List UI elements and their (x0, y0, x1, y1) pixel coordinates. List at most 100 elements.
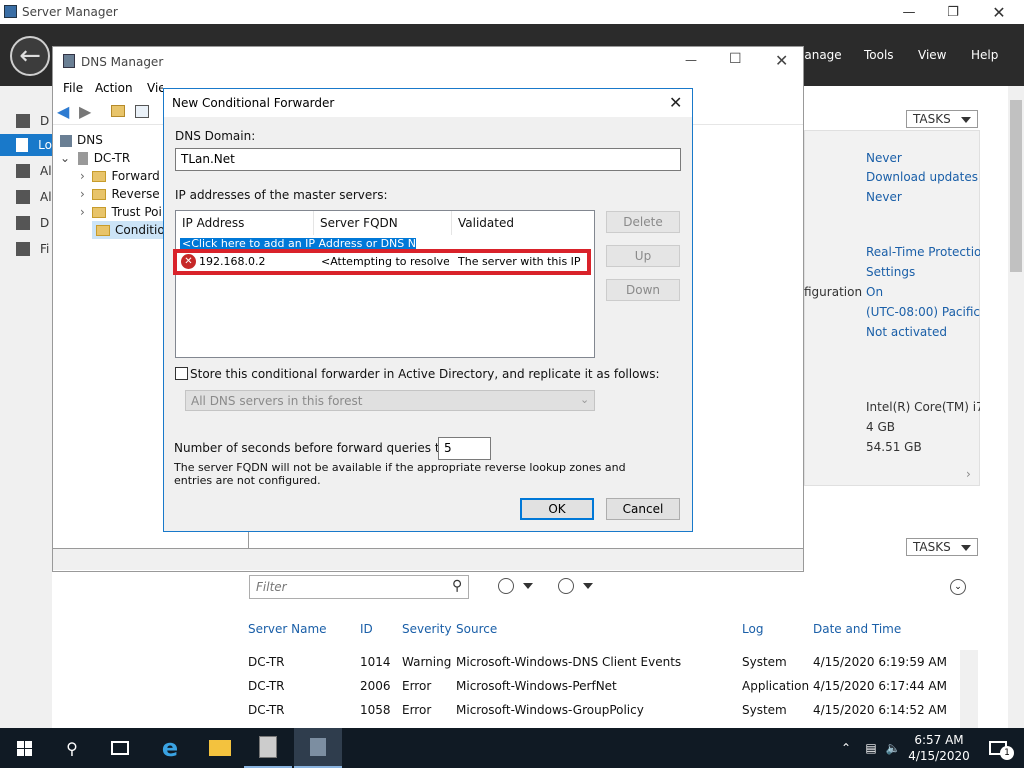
events-scrollbar[interactable] (960, 650, 978, 730)
sidebar-item-file-storage[interactable]: Fi (0, 238, 52, 260)
sidebar-item-dashboard[interactable]: D (0, 110, 52, 132)
server-manager-titlebar: Server Manager — ❐ ✕ (0, 0, 1024, 24)
down-button[interactable]: Down (606, 279, 680, 301)
property-value: 4 GB (866, 420, 895, 434)
notification-icon[interactable]: 1 (978, 728, 1018, 768)
cancel-button[interactable]: Cancel (606, 498, 680, 520)
table-row[interactable]: ✕ 192.168.0.2 <Attempting to resolve... … (178, 253, 586, 271)
minimize-button[interactable]: — (685, 53, 697, 67)
tree-item-reverse[interactable]: › Reverse L (80, 187, 163, 201)
search-icon[interactable]: ⚲ (452, 578, 462, 594)
folder-up-icon[interactable] (111, 105, 125, 117)
column-date-time[interactable]: Date and Time (813, 622, 901, 636)
sidebar-item-dns[interactable]: D (0, 212, 52, 234)
dns-manager-taskbar-icon[interactable] (294, 728, 342, 768)
forward-icon[interactable]: ▶ (79, 102, 91, 121)
tree-item-conditional[interactable]: Conditio (92, 221, 163, 239)
column-validated[interactable]: Validated (452, 211, 592, 235)
ok-button[interactable]: OK (520, 498, 594, 520)
search-icon[interactable]: ⚲ (48, 728, 96, 768)
chevron-up-icon[interactable]: ⌃ (838, 728, 854, 768)
events-filter-input[interactable]: Filter (249, 575, 469, 599)
maximize-button[interactable]: ☐ (729, 51, 742, 67)
property-value[interactable]: Settings (866, 265, 915, 279)
server-manager-taskbar-icon[interactable] (244, 728, 292, 768)
column-source[interactable]: Source (456, 622, 497, 636)
table-cell: Application (742, 679, 810, 693)
property-value[interactable]: Never (866, 151, 902, 165)
menu-view[interactable]: View (918, 48, 946, 62)
sidebar-item-local-server[interactable]: Lo (0, 134, 52, 156)
chevron-down-icon[interactable]: ⌄ (60, 151, 78, 165)
file-explorer-icon[interactable] (196, 728, 244, 768)
table-cell: DC-TR (248, 703, 285, 717)
property-value[interactable]: Download updates on (866, 170, 980, 184)
store-in-ad-checkbox[interactable] (175, 367, 188, 380)
timeout-field[interactable]: 5 (438, 437, 491, 460)
table-cell: 4/15/2020 6:19:59 AM (813, 655, 947, 669)
tasks-button-events[interactable]: TASKS (906, 538, 978, 556)
table-cell: System (742, 703, 787, 717)
property-value[interactable]: Real-Time Protection: (866, 245, 980, 259)
close-icon[interactable]: ✕ (669, 93, 682, 112)
menu-view[interactable]: View (147, 81, 163, 95)
up-button[interactable]: Up (606, 245, 680, 267)
property-value[interactable]: (UTC-08:00) Pacific Ti (866, 305, 980, 319)
network-icon[interactable]: ▤ (862, 728, 880, 768)
scrollbar-thumb[interactable] (1010, 100, 1022, 272)
tree-item-trust[interactable]: › Trust Poi (80, 205, 163, 219)
minimize-button[interactable]: — (886, 0, 932, 24)
config-label: figuration (804, 285, 863, 299)
back-arrow-icon[interactable]: ← (10, 36, 50, 76)
dns-icon (16, 216, 30, 230)
column-id[interactable]: ID (360, 622, 373, 636)
close-button[interactable]: ✕ (775, 51, 788, 70)
chevron-down-icon[interactable] (583, 583, 593, 589)
menu-tools[interactable]: Tools (864, 48, 894, 62)
tasks-button-properties[interactable]: TASKS (906, 110, 978, 128)
property-value[interactable]: Not activated (866, 325, 947, 339)
column-ip-address[interactable]: IP Address (176, 211, 314, 235)
servers-icon (16, 164, 30, 178)
list-options-icon[interactable] (498, 578, 514, 594)
show-hide-tree-icon[interactable] (135, 105, 149, 118)
server-icon (16, 138, 29, 152)
volume-icon[interactable]: 🔈 (884, 728, 902, 768)
property-value[interactable]: Never (866, 190, 902, 204)
maximize-button[interactable]: ❐ (930, 0, 976, 24)
dns-icon (60, 134, 72, 147)
chevron-right-icon[interactable]: › (80, 169, 92, 183)
chevron-down-icon[interactable] (523, 583, 533, 589)
back-icon[interactable]: ◀ (57, 102, 69, 121)
tree-item-server[interactable]: ⌄ DC-TR (60, 151, 130, 165)
delete-button[interactable]: Delete (606, 211, 680, 233)
save-query-icon[interactable] (558, 578, 574, 594)
replication-select[interactable]: All DNS servers in this forest (185, 390, 595, 411)
start-button[interactable] (0, 728, 48, 768)
task-view-icon[interactable] (96, 728, 144, 768)
sidebar-item-all-servers[interactable]: Al (0, 160, 52, 182)
menu-file[interactable]: File (63, 81, 83, 95)
chevron-right-icon[interactable]: › (80, 187, 92, 201)
table-cell: 4/15/2020 6:14:52 AM (813, 703, 947, 717)
dns-manager-titlebar: DNS Manager — ☐ ✕ (53, 47, 803, 77)
column-severity[interactable]: Severity (402, 622, 452, 636)
store-in-ad-label[interactable]: Store this conditional forwarder in Acti… (190, 367, 660, 381)
dns-domain-field[interactable]: TLan.Net (175, 148, 681, 171)
chevron-right-icon[interactable]: › (966, 467, 971, 481)
column-server-fqdn[interactable]: Server FQDN (314, 211, 452, 235)
menu-action[interactable]: Action (95, 81, 133, 95)
dashboard-icon (16, 114, 30, 128)
close-button[interactable]: ✕ (976, 0, 1022, 24)
sidebar-item-ad-ds[interactable]: Al (0, 186, 52, 208)
property-value[interactable]: On (866, 285, 883, 299)
table-cell: 4/15/2020 6:17:44 AM (813, 679, 947, 693)
tree-item-dns-root[interactable]: DNS (60, 133, 103, 147)
column-log[interactable]: Log (742, 622, 763, 636)
chevron-right-icon[interactable]: › (80, 205, 92, 219)
clock[interactable]: 6:57 AM 4/15/2020 (906, 728, 972, 768)
menu-help[interactable]: Help (971, 48, 998, 62)
expand-icon[interactable]: ⌄ (950, 579, 966, 595)
column-server-name[interactable]: Server Name (248, 622, 327, 636)
internet-explorer-icon[interactable]: e (146, 728, 194, 768)
